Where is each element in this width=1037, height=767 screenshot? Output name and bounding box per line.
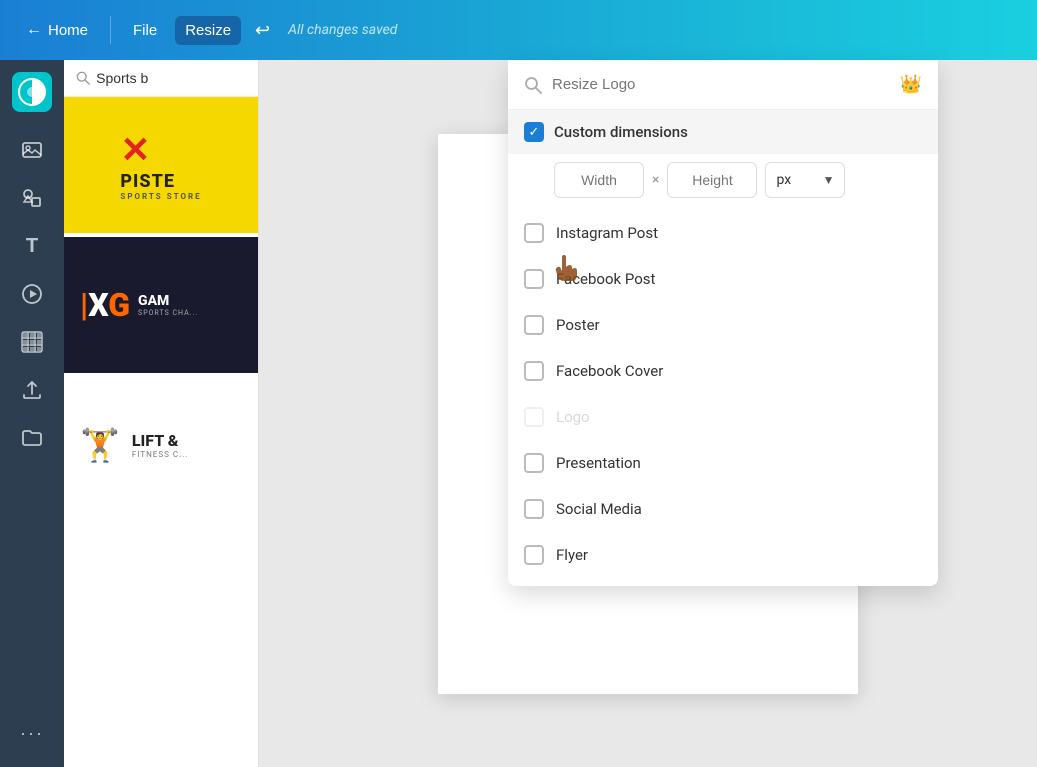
flyer-checkbox[interactable] <box>524 545 544 565</box>
text-icon: T <box>26 235 38 258</box>
resize-option-facebook-post[interactable]: Facebook Post <box>508 256 938 302</box>
undo-icon: ↩ <box>255 20 270 41</box>
logo-label: Logo <box>556 408 590 426</box>
dimension-separator: × <box>652 172 659 188</box>
instagram-label: Instagram Post <box>556 224 658 242</box>
custom-dimensions-checkbox[interactable] <box>524 122 544 142</box>
resize-option-flyer[interactable]: Flyer <box>508 532 938 578</box>
folders-icon <box>21 427 43 449</box>
poster-checkbox[interactable] <box>524 315 544 335</box>
uploads-icon-btn[interactable] <box>10 368 54 412</box>
resize-button[interactable]: Resize <box>175 16 241 45</box>
unit-label: px <box>776 172 791 188</box>
uploads-icon <box>21 379 43 401</box>
folders-icon-btn[interactable] <box>10 416 54 460</box>
app-logo <box>12 72 52 112</box>
instagram-checkbox[interactable] <box>524 223 544 243</box>
saved-status: All changes saved <box>288 22 397 38</box>
canvas-area: 👑 Custom dimensions × px ▼ Instagra <box>259 60 1037 767</box>
text-icon-btn[interactable]: T <box>10 224 54 268</box>
presentation-label: Presentation <box>556 454 641 472</box>
resize-search-input[interactable] <box>552 76 890 93</box>
brand-x: ✕ PISTE SPORTS STORE <box>104 113 217 217</box>
home-label: Home <box>48 22 88 39</box>
resize-option-presentation[interactable]: Presentation <box>508 440 938 486</box>
resize-search-bar: 👑 <box>508 60 938 110</box>
background-icon-btn[interactable] <box>10 320 54 364</box>
resize-option-logo: Logo <box>508 394 938 440</box>
resize-option-facebook-cover[interactable]: Facebook Cover <box>508 348 938 394</box>
more-icon-btn[interactable]: ··· <box>10 711 54 755</box>
elements-icon-btn[interactable] <box>10 176 54 220</box>
brand-info: GAM SPORTS CHA... <box>138 293 198 317</box>
facebook-post-checkbox[interactable] <box>524 269 544 289</box>
facebook-cover-label: Facebook Cover <box>556 362 663 380</box>
file-label: File <box>133 22 157 39</box>
social-media-checkbox[interactable] <box>524 499 544 519</box>
xg-logo: |XG <box>80 286 130 324</box>
template-item[interactable]: ✕ PISTE SPORTS STORE <box>64 97 258 237</box>
resize-option-poster[interactable]: Poster <box>508 302 938 348</box>
custom-dimensions-row: Custom dimensions <box>508 110 938 154</box>
video-icon-btn[interactable] <box>10 272 54 316</box>
flyer-label: Flyer <box>556 546 588 564</box>
resize-dropdown: 👑 Custom dimensions × px ▼ Instagra <box>508 60 938 586</box>
height-input[interactable] <box>667 162 757 198</box>
main-layout: T <box>0 60 1037 767</box>
custom-dimensions-label: Custom dimensions <box>554 123 688 141</box>
logo-checkbox <box>524 407 544 427</box>
background-icon <box>21 331 43 353</box>
back-arrow-icon: ← <box>26 21 42 39</box>
templates-list: ✕ PISTE SPORTS STORE |XG GAM SPORTS CHA.… <box>64 97 258 767</box>
home-button[interactable]: ← Home <box>16 15 98 45</box>
topbar-divider <box>110 16 111 44</box>
search-bar <box>64 60 258 97</box>
topbar: ← Home File Resize ↩ All changes saved <box>0 0 1037 60</box>
logo-icon <box>18 78 46 106</box>
dimension-inputs: × px ▼ <box>508 154 938 210</box>
chevron-down-icon: ▼ <box>823 173 835 187</box>
resize-option-social-media[interactable]: Social Media <box>508 486 938 532</box>
lift-icon: 🏋 <box>80 426 120 464</box>
lift-text: LIFT & FITNESS C... <box>132 431 189 459</box>
unit-select[interactable]: px ▼ <box>765 162 845 198</box>
template-item[interactable]: |XG GAM SPORTS CHA... <box>64 237 258 377</box>
poster-label: Poster <box>556 316 600 334</box>
resize-option-instagram[interactable]: Instagram Post <box>508 210 938 256</box>
facebook-post-label: Facebook Post <box>556 270 655 288</box>
social-media-label: Social Media <box>556 500 642 518</box>
resize-search-icon <box>524 76 542 94</box>
undo-button[interactable]: ↩ <box>249 14 276 47</box>
template-item[interactable]: 🏋 LIFT & FITNESS C... <box>64 377 258 517</box>
elements-icon <box>21 187 43 209</box>
presentation-checkbox[interactable] <box>524 453 544 473</box>
facebook-cover-checkbox[interactable] <box>524 361 544 381</box>
search-icon <box>76 70 90 86</box>
resize-label: Resize <box>185 22 231 39</box>
width-input[interactable] <box>554 162 644 198</box>
icon-sidebar: T <box>0 60 64 767</box>
photos-icon <box>21 139 43 161</box>
search-input[interactable] <box>96 70 246 86</box>
file-button[interactable]: File <box>123 16 167 45</box>
crown-icon: 👑 <box>900 74 922 95</box>
templates-panel: ✕ PISTE SPORTS STORE |XG GAM SPORTS CHA.… <box>64 60 259 767</box>
photos-icon-btn[interactable] <box>10 128 54 172</box>
more-icon: ··· <box>20 723 44 744</box>
video-icon <box>21 283 43 305</box>
